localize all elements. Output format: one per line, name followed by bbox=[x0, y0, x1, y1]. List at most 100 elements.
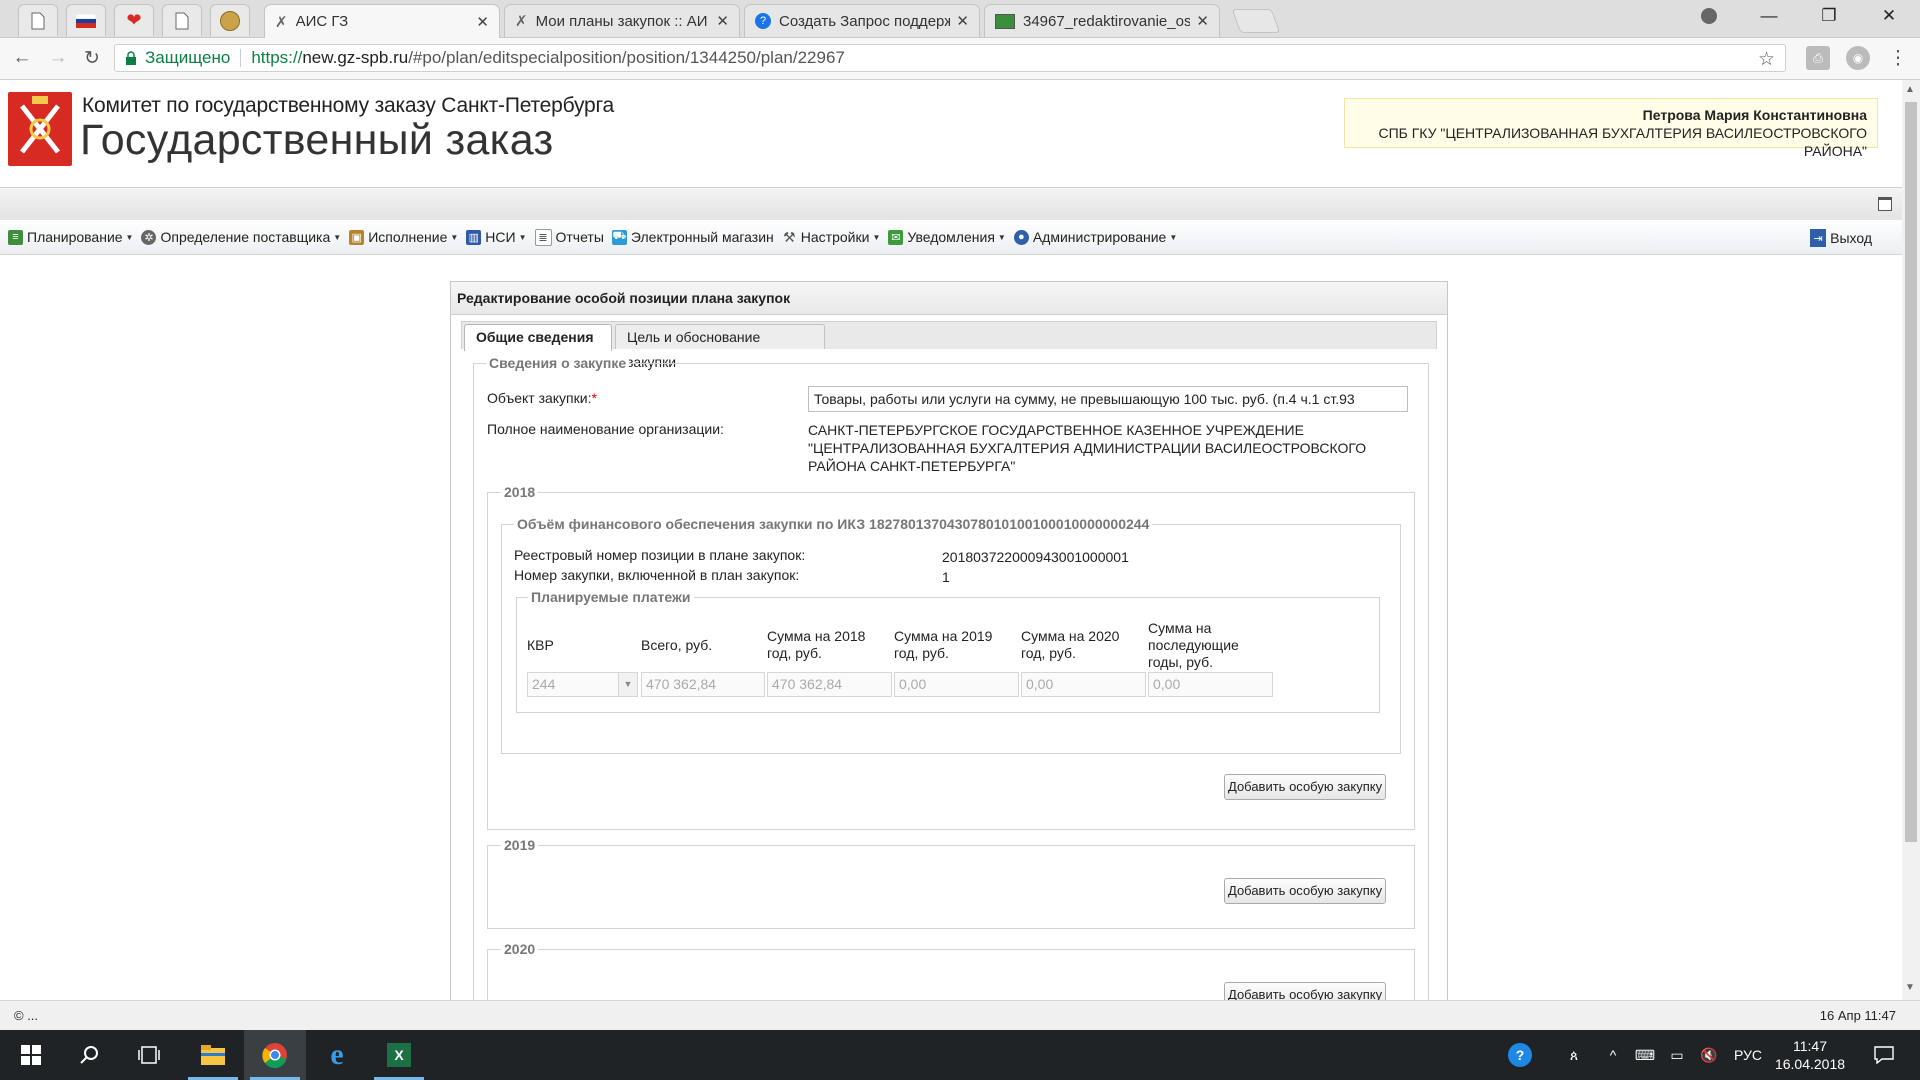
tab-ais-gz[interactable]: ✗ АИС ГЗ ✕ bbox=[264, 4, 500, 38]
scrollbar-thumb[interactable] bbox=[1905, 102, 1917, 842]
scroll-up-arrow-icon[interactable]: ▲ bbox=[1905, 84, 1915, 95]
search-button[interactable] bbox=[58, 1030, 120, 1080]
pinned-tab-heart[interactable]: ❤ bbox=[114, 4, 154, 36]
col-sum-2020: Сумма на 2020 год, руб. bbox=[1021, 628, 1120, 661]
tab-purpose-justification[interactable]: Цель и обоснование закупки bbox=[615, 324, 825, 370]
menu-supplier-selection[interactable]: ✲ Определение поставщика ▼ bbox=[141, 229, 341, 245]
sum-2019-field[interactable]: 0,00 bbox=[894, 672, 1019, 697]
chevron-up-icon[interactable]: ^ bbox=[1598, 1030, 1628, 1080]
book-icon: ▥ bbox=[466, 229, 482, 245]
object-input[interactable]: Товары, работы или услуги на сумму, не п… bbox=[808, 386, 1408, 412]
close-window-button[interactable]: ✕ bbox=[1860, 0, 1918, 32]
site-header: Комитет по государственному заказу Санкт… bbox=[0, 80, 1902, 186]
pdf-extension-icon[interactable]: ⎙ bbox=[1806, 46, 1830, 70]
tab-close-icon[interactable]: ✕ bbox=[476, 13, 489, 31]
sum-2018-field[interactable]: 470 362,84 bbox=[767, 672, 892, 697]
logout-button[interactable]: ⇥ Выход bbox=[1810, 229, 1872, 247]
page-scrollbar[interactable]: ▲ ▼ bbox=[1902, 80, 1920, 1000]
menu-planning[interactable]: ≡ Планирование ▼ bbox=[8, 229, 133, 245]
chevron-down-icon[interactable]: ▼ bbox=[618, 673, 637, 696]
copyright-text: © ... bbox=[14, 1008, 39, 1023]
reload-button[interactable]: ↻ bbox=[78, 44, 106, 72]
minimize-button[interactable]: — bbox=[1740, 0, 1798, 32]
add-special-purchase-2019-button[interactable]: Добавить особую закупку bbox=[1224, 878, 1387, 904]
col-total: Всего, руб. bbox=[641, 637, 713, 653]
year-2019-fieldset: 2019 Добавить особую закупку bbox=[487, 837, 1415, 929]
profile-icon[interactable] bbox=[1680, 0, 1738, 32]
windows-logo-icon bbox=[21, 1045, 41, 1065]
collapse-header-icon[interactable] bbox=[1878, 197, 1892, 211]
add-special-purchase-2020-button[interactable]: Добавить особую закупку bbox=[1224, 982, 1387, 1000]
bookmark-star-icon[interactable]: ☆ bbox=[1758, 48, 1775, 71]
file-explorer-button[interactable] bbox=[182, 1030, 244, 1080]
internet-explorer-button[interactable]: e bbox=[306, 1030, 368, 1080]
toolbar-strip bbox=[0, 187, 1902, 221]
menu-nsi[interactable]: ▥ НСИ ▼ bbox=[466, 229, 527, 245]
secure-indicator[interactable]: Защищено bbox=[125, 48, 230, 68]
pinned-tab-emblem[interactable] bbox=[210, 4, 250, 36]
extension-icon[interactable]: ◉ bbox=[1846, 46, 1870, 70]
omnibox-separator bbox=[240, 49, 242, 67]
excel-icon: X bbox=[387, 1043, 411, 1067]
keyboard-icon[interactable]: ⌨ bbox=[1630, 1030, 1660, 1080]
cart-icon: ⛟ bbox=[611, 229, 627, 245]
tab-general-info[interactable]: Общие сведения bbox=[464, 324, 612, 351]
menu-administration[interactable]: ● Администрирование ▼ bbox=[1013, 229, 1177, 245]
task-view-button[interactable] bbox=[118, 1030, 180, 1080]
browser-tab-strip: ❤ ✗ АИС ГЗ ✕ ✗ Мои планы закупок :: АИ ✕… bbox=[0, 0, 1920, 38]
omnibox[interactable]: Защищено https://new.gz-spb.ru/#po/plan/… bbox=[114, 44, 1786, 72]
add-special-purchase-2018-button[interactable]: Добавить особую закупку bbox=[1224, 774, 1387, 800]
volume-muted-icon[interactable]: 🔇 bbox=[1694, 1030, 1724, 1080]
taskbar-clock[interactable]: 11:47 16.04.2018 bbox=[1770, 1030, 1850, 1080]
forward-button[interactable]: → bbox=[44, 44, 72, 72]
tab-my-plans[interactable]: ✗ Мои планы закупок :: АИ ✕ bbox=[504, 4, 740, 37]
sum-2020-field[interactable]: 0,00 bbox=[1021, 672, 1146, 697]
excel-button[interactable]: X bbox=[368, 1030, 430, 1080]
search-icon bbox=[80, 1046, 98, 1064]
menu-e-shop[interactable]: ⛟ Электронный магазин bbox=[611, 229, 774, 245]
year-2020-legend: 2020 bbox=[501, 941, 539, 957]
app-status-bar: © ... 16 Апр 11:47 bbox=[0, 1000, 1920, 1030]
people-icon[interactable]: ጰ bbox=[1556, 1030, 1592, 1080]
menu-reports[interactable]: ≣ Отчеты bbox=[534, 228, 604, 246]
scroll-down-arrow-icon[interactable]: ▼ bbox=[1905, 982, 1915, 993]
logout-label: Выход bbox=[1830, 230, 1872, 246]
help-tray-icon[interactable]: ? bbox=[1500, 1030, 1540, 1080]
tab-close-icon[interactable]: ✕ bbox=[716, 12, 729, 30]
tools-icon: ✗ bbox=[275, 13, 288, 31]
windows-taskbar: e X ? ጰ ^ ⌨ ▭ 🔇 РУС 11:47 16.04.2018 bbox=[0, 1030, 1920, 1080]
pinned-tab-page[interactable] bbox=[162, 4, 202, 36]
network-icon[interactable]: ▭ bbox=[1662, 1030, 1692, 1080]
sum-later-field[interactable]: 0,00 bbox=[1148, 672, 1273, 697]
notification-icon: ✉ bbox=[888, 229, 904, 245]
chrome-menu-icon[interactable]: ⋮ bbox=[1884, 44, 1912, 72]
tab-close-icon[interactable]: ✕ bbox=[1196, 12, 1209, 30]
total-field[interactable]: 470 362,84 bbox=[641, 672, 765, 697]
user-info-box: Петрова Мария Константиновна СПБ ГКУ "ЦЕ… bbox=[1344, 98, 1878, 159]
new-tab-button[interactable] bbox=[1231, 9, 1281, 33]
clock-time: 11:47 bbox=[1793, 1038, 1827, 1054]
purchase-info-legend: Сведения о закупке bbox=[486, 355, 630, 371]
kvr-combo[interactable]: 244 ▼ bbox=[527, 672, 638, 697]
start-button[interactable] bbox=[0, 1030, 62, 1080]
menu-execution[interactable]: ▣ Исполнение ▼ bbox=[349, 229, 458, 245]
menu-notifications[interactable]: ✉ Уведомления ▼ bbox=[888, 229, 1006, 245]
gears-icon: ✲ bbox=[141, 229, 157, 245]
planned-payments-legend: Планируемые платежи bbox=[528, 589, 694, 605]
tab-support-request[interactable]: ? Создать Запрос поддерж ✕ bbox=[744, 4, 980, 37]
menu-settings[interactable]: ⚒ Настройки ▼ bbox=[782, 229, 880, 246]
pinned-tab-page-icon[interactable] bbox=[18, 4, 58, 36]
pinned-tab-russia-flag[interactable] bbox=[66, 4, 106, 36]
tab-close-icon[interactable]: ✕ bbox=[956, 12, 969, 30]
tab-editing-doc[interactable]: 34967_redaktirovanie_os ✕ bbox=[984, 4, 1220, 37]
finance-volume-legend: Объём финансового обеспечения закупки по… bbox=[514, 516, 1153, 532]
finance-volume-fieldset: Объём финансового обеспечения закупки по… bbox=[501, 516, 1401, 754]
chrome-button[interactable] bbox=[244, 1030, 306, 1080]
object-label: Объект закупки:* bbox=[487, 390, 597, 406]
panel-title: Редактирование особой позиции плана заку… bbox=[451, 282, 1447, 315]
restore-button[interactable]: ❐ bbox=[1800, 0, 1858, 32]
back-button[interactable]: ← bbox=[8, 44, 36, 72]
input-language[interactable]: РУС bbox=[1728, 1030, 1768, 1080]
task-view-icon bbox=[138, 1046, 160, 1064]
notifications-icon[interactable] bbox=[1864, 1030, 1904, 1080]
